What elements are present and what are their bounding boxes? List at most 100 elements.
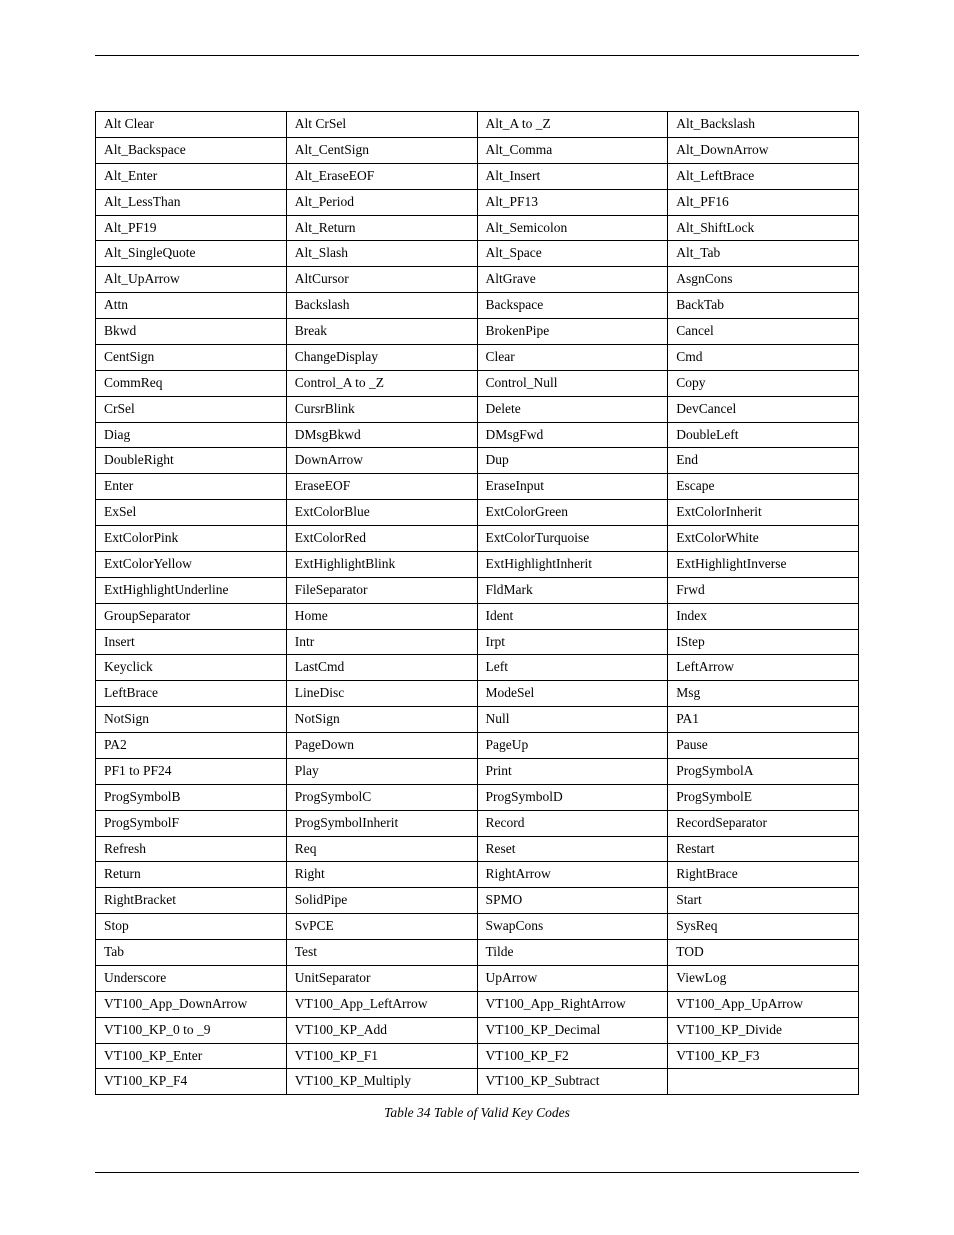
table-caption: Table 34 Table of Valid Key Codes — [95, 1105, 859, 1121]
key-codes-table: Alt ClearAlt CrSelAlt_A to _ZAlt_Backsla… — [95, 111, 859, 1095]
key-code-cell: ViewLog — [668, 965, 859, 991]
table-row: StopSvPCESwapConsSysReq — [96, 914, 859, 940]
key-code-cell: VT100_KP_Divide — [668, 1017, 859, 1043]
key-code-cell: VT100_KP_Subtract — [477, 1069, 668, 1095]
key-code-cell: SolidPipe — [286, 888, 477, 914]
key-code-cell: Home — [286, 603, 477, 629]
key-code-cell: Pause — [668, 733, 859, 759]
key-code-cell: Bkwd — [96, 319, 287, 345]
key-code-cell: VT100_KP_F3 — [668, 1043, 859, 1069]
key-code-cell: ExtHighlightBlink — [286, 551, 477, 577]
key-code-cell: Alt_DownArrow — [668, 137, 859, 163]
key-code-cell: NotSign — [96, 707, 287, 733]
table-row: LeftBraceLineDiscModeSelMsg — [96, 681, 859, 707]
key-code-cell: ChangeDisplay — [286, 344, 477, 370]
key-code-cell: ExtColorRed — [286, 526, 477, 552]
key-code-cell: Alt_Comma — [477, 137, 668, 163]
key-code-cell: BackTab — [668, 293, 859, 319]
table-row: VT100_KP_0 to _9VT100_KP_AddVT100_KP_Dec… — [96, 1017, 859, 1043]
table-row: UnderscoreUnitSeparatorUpArrowViewLog — [96, 965, 859, 991]
key-code-cell: CursrBlink — [286, 396, 477, 422]
key-code-cell: Alt_PF16 — [668, 189, 859, 215]
key-code-cell: VT100_KP_Enter — [96, 1043, 287, 1069]
key-code-cell: VT100_App_DownArrow — [96, 991, 287, 1017]
key-code-cell: CentSign — [96, 344, 287, 370]
key-code-cell: Restart — [668, 836, 859, 862]
key-code-cell: Alt_SingleQuote — [96, 241, 287, 267]
key-code-cell: Play — [286, 758, 477, 784]
key-code-cell: Alt_Semicolon — [477, 215, 668, 241]
table-row: DiagDMsgBkwdDMsgFwdDoubleLeft — [96, 422, 859, 448]
top-horizontal-rule — [95, 55, 859, 56]
key-code-cell: Alt_A to _Z — [477, 112, 668, 138]
table-row: ReturnRightRightArrowRightBrace — [96, 862, 859, 888]
key-code-cell: Alt_EraseEOF — [286, 163, 477, 189]
key-code-cell: Dup — [477, 448, 668, 474]
key-code-cell: Alt_Tab — [668, 241, 859, 267]
key-code-cell: Alt_CentSign — [286, 137, 477, 163]
table-row: ExtColorPinkExtColorRedExtColorTurquoise… — [96, 526, 859, 552]
table-row: CentSignChangeDisplayClearCmd — [96, 344, 859, 370]
table-row: RefreshReqResetRestart — [96, 836, 859, 862]
key-code-cell: VT100_KP_F1 — [286, 1043, 477, 1069]
key-code-cell: ExtColorTurquoise — [477, 526, 668, 552]
key-code-cell: AltCursor — [286, 267, 477, 293]
key-code-cell: Delete — [477, 396, 668, 422]
key-code-cell: Left — [477, 655, 668, 681]
key-code-cell: Right — [286, 862, 477, 888]
table-row: Alt_EnterAlt_EraseEOFAlt_InsertAlt_LeftB… — [96, 163, 859, 189]
key-code-cell: GroupSeparator — [96, 603, 287, 629]
key-code-cell: Frwd — [668, 577, 859, 603]
key-code-cell — [668, 1069, 859, 1095]
key-code-cell: PageUp — [477, 733, 668, 759]
key-code-cell: Diag — [96, 422, 287, 448]
key-code-cell: ExtHighlightUnderline — [96, 577, 287, 603]
table-row: RightBracketSolidPipeSPMOStart — [96, 888, 859, 914]
key-code-cell: Alt_LessThan — [96, 189, 287, 215]
key-code-cell: SPMO — [477, 888, 668, 914]
key-code-cell: Alt_PF13 — [477, 189, 668, 215]
key-code-cell: ExtColorBlue — [286, 500, 477, 526]
key-code-cell: Stop — [96, 914, 287, 940]
key-code-cell: Tilde — [477, 940, 668, 966]
key-code-cell: Escape — [668, 474, 859, 500]
key-code-cell: Keyclick — [96, 655, 287, 681]
key-code-cell: Alt_Enter — [96, 163, 287, 189]
key-code-cell: Start — [668, 888, 859, 914]
key-code-cell: EraseEOF — [286, 474, 477, 500]
key-code-cell: VT100_App_RightArrow — [477, 991, 668, 1017]
key-code-cell: Alt_ShiftLock — [668, 215, 859, 241]
key-code-cell: FldMark — [477, 577, 668, 603]
key-code-cell: Enter — [96, 474, 287, 500]
table-row: DoubleRightDownArrowDupEnd — [96, 448, 859, 474]
key-code-cell: SwapCons — [477, 914, 668, 940]
key-code-cell: ProgSymbolB — [96, 784, 287, 810]
table-row: VT100_KP_EnterVT100_KP_F1VT100_KP_F2VT10… — [96, 1043, 859, 1069]
key-code-cell: AsgnCons — [668, 267, 859, 293]
key-code-cell: Break — [286, 319, 477, 345]
table-row: InsertIntrIrptIStep — [96, 629, 859, 655]
key-code-cell: LeftBrace — [96, 681, 287, 707]
key-code-cell: Intr — [286, 629, 477, 655]
key-code-cell: VT100_App_UpArrow — [668, 991, 859, 1017]
key-code-cell: TOD — [668, 940, 859, 966]
table-row: CrSelCursrBlinkDeleteDevCancel — [96, 396, 859, 422]
key-code-cell: ExtHighlightInherit — [477, 551, 668, 577]
key-code-cell: SysReq — [668, 914, 859, 940]
key-code-cell: Clear — [477, 344, 668, 370]
key-code-cell: ExtColorPink — [96, 526, 287, 552]
table-row: ProgSymbolFProgSymbolInheritRecordRecord… — [96, 810, 859, 836]
key-code-cell: Tab — [96, 940, 287, 966]
table-row: VT100_App_DownArrowVT100_App_LeftArrowVT… — [96, 991, 859, 1017]
key-code-cell: Return — [96, 862, 287, 888]
key-code-cell: LeftArrow — [668, 655, 859, 681]
key-code-cell: Cancel — [668, 319, 859, 345]
table-row: ExSelExtColorBlueExtColorGreenExtColorIn… — [96, 500, 859, 526]
key-code-cell: Reset — [477, 836, 668, 862]
key-code-cell: Alt_Backslash — [668, 112, 859, 138]
key-code-cell: Irpt — [477, 629, 668, 655]
key-code-cell: Alt_Return — [286, 215, 477, 241]
key-code-cell: VT100_KP_F4 — [96, 1069, 287, 1095]
key-code-cell: ModeSel — [477, 681, 668, 707]
key-code-cell: FileSeparator — [286, 577, 477, 603]
